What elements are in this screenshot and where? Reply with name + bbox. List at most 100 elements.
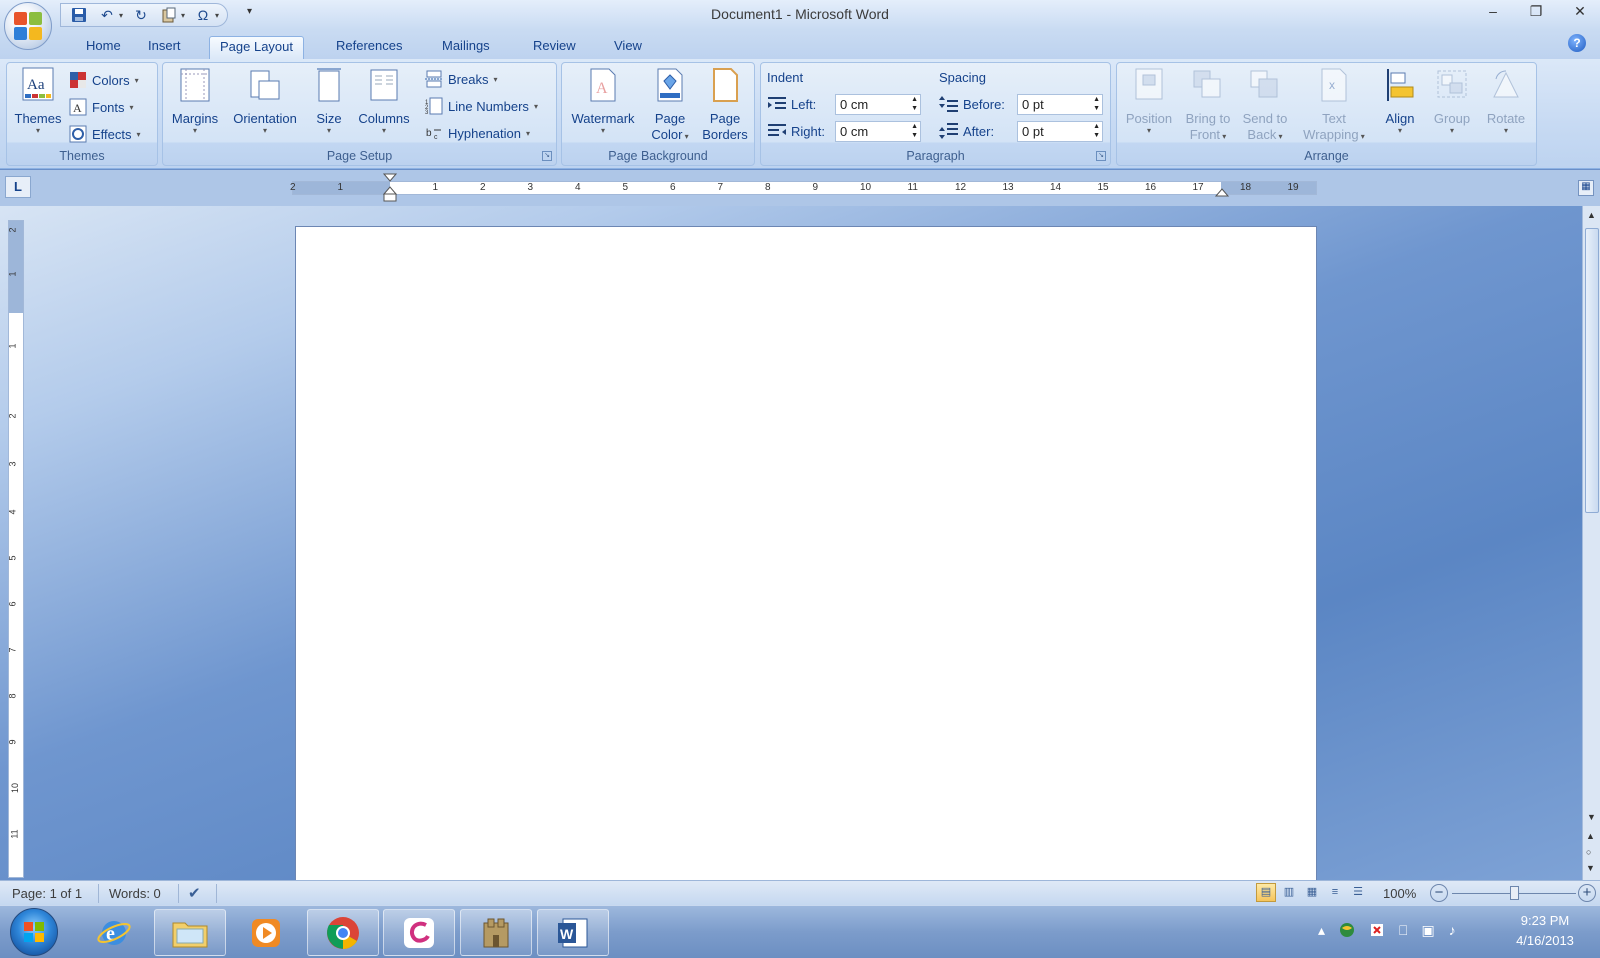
game-app-icon[interactable] — [460, 909, 532, 956]
tab-home[interactable]: Home — [76, 36, 131, 59]
office-button[interactable] — [4, 2, 52, 50]
word-count[interactable]: Words: 0 — [109, 886, 161, 901]
tab-references[interactable]: References — [326, 36, 412, 59]
first-line-indent-marker-icon[interactable] — [383, 173, 397, 203]
help-icon[interactable]: ? — [1568, 34, 1586, 52]
web-layout-icon[interactable]: ▦ — [1302, 883, 1322, 902]
volume-icon[interactable]: ♪ — [1449, 922, 1456, 941]
creative-app-icon[interactable] — [383, 909, 455, 956]
colors-button[interactable]: Colors ▾ — [69, 69, 139, 91]
file-explorer-icon[interactable] — [154, 909, 226, 956]
svg-text:W: W — [560, 926, 574, 942]
group-dropdown-icon: ▾ — [1449, 126, 1454, 135]
system-tray: ▴ ⎕ ▣ ♪ — [1318, 922, 1456, 941]
vertical-ruler[interactable]: 2 1 1 2 3 4 5 6 7 8 9 10 11 — [8, 220, 24, 878]
spacing-before-input[interactable]: 0 pt ▲ ▼ — [1017, 93, 1103, 115]
rotate-button[interactable]: Rotate ▾ — [1479, 67, 1533, 135]
tab-view[interactable]: View — [604, 36, 652, 59]
margins-icon — [180, 68, 210, 102]
ruler-tick-label: 4 — [575, 182, 581, 193]
next-page-icon[interactable]: ▼ — [1586, 863, 1595, 873]
page-setup-launcher-icon[interactable]: ↘ — [542, 151, 552, 161]
previous-page-icon[interactable]: ▲ — [1586, 831, 1595, 841]
proofing-icon[interactable]: ✔ — [188, 884, 201, 902]
restore-button[interactable]: ❐ — [1516, 0, 1556, 22]
spacing-before-spinner-icon[interactable]: ▲ ▼ — [1093, 95, 1100, 113]
tab-review[interactable]: Review — [523, 36, 586, 59]
effects-button[interactable]: Effects ▾ — [69, 123, 141, 145]
draft-icon[interactable]: ☰ — [1348, 883, 1368, 902]
tab-stop-selector[interactable]: L — [5, 176, 31, 198]
send-to-back-button[interactable]: Send to Back ▾ — [1237, 67, 1293, 143]
line-numbers-button[interactable]: 123 Line Numbers ▾ — [425, 95, 538, 117]
bring-to-front-button[interactable]: Bring to Front ▾ — [1179, 67, 1237, 143]
position-button[interactable]: Position ▾ — [1121, 67, 1177, 135]
scroll-thumb[interactable] — [1585, 228, 1599, 513]
margins-button[interactable]: Margins ▾ — [167, 67, 223, 135]
paragraph-launcher-icon[interactable]: ↘ — [1096, 151, 1106, 161]
document-area: 2 1 1 2 3 4 5 6 7 8 9 10 11 ▲ ▼ ▲ ○ ▼ — [0, 206, 1600, 886]
action-center-icon[interactable] — [1369, 922, 1385, 941]
vertical-scrollbar[interactable]: ▲ ▼ ▲ ○ ▼ — [1582, 206, 1600, 880]
vertical-ruler-tick-label: 1 — [7, 271, 18, 277]
close-button[interactable]: ✕ — [1560, 0, 1600, 22]
tab-insert[interactable]: Insert — [138, 36, 191, 59]
scroll-up-icon[interactable]: ▲ — [1585, 210, 1598, 220]
zoom-out-icon[interactable]: − — [1430, 884, 1448, 902]
rotate-label: Rotate — [1486, 111, 1526, 126]
group-button[interactable]: Group ▾ — [1427, 67, 1477, 135]
indent-right-label: Right: — [791, 123, 825, 139]
spacing-after-input[interactable]: 0 pt ▲ ▼ — [1017, 120, 1103, 142]
text-wrapping-button[interactable]: x Text Wrapping ▾ — [1295, 67, 1373, 143]
indent-right-spinner-icon[interactable]: ▲ ▼ — [911, 122, 918, 140]
indent-right-input[interactable]: 0 cm ▲ ▼ — [835, 120, 921, 142]
page-color-button[interactable]: Page Color ▾ — [644, 67, 696, 143]
media-player-icon[interactable] — [230, 909, 302, 956]
document-page[interactable] — [295, 226, 1317, 886]
zoom-in-icon[interactable]: + — [1578, 884, 1596, 902]
spacing-after-spinner-icon[interactable]: ▲ ▼ — [1093, 122, 1100, 140]
chrome-icon[interactable] — [307, 909, 379, 956]
safely-remove-hardware-icon[interactable]: ⎕ — [1399, 922, 1407, 941]
hyphenation-button[interactable]: bc Hyphenation ▾ — [425, 122, 530, 144]
themes-button[interactable]: Aa Themes ▾ — [11, 67, 65, 135]
indent-left-input[interactable]: 0 cm ▲ ▼ — [835, 93, 921, 115]
breaks-button[interactable]: Breaks ▾ — [425, 68, 497, 90]
tab-page-layout[interactable]: Page Layout — [209, 36, 305, 59]
align-button[interactable]: Align ▾ — [1377, 67, 1423, 135]
tab-mailings[interactable]: Mailings — [432, 36, 500, 59]
outline-icon[interactable]: ≡ — [1325, 883, 1345, 902]
page-color-icon — [657, 68, 683, 102]
zoom-level[interactable]: 100% — [1383, 886, 1416, 901]
size-button[interactable]: Size ▾ — [309, 67, 349, 135]
horizontal-ruler[interactable]: 2 1 1 2 3 4 5 6 7 8 9 10 11 12 13 14 15 16 17 18 19 — [290, 173, 1317, 202]
browse-object-icon[interactable]: ○ — [1586, 847, 1591, 857]
internet-explorer-icon[interactable]: e — [78, 909, 150, 956]
orientation-button[interactable]: Orientation ▾ — [225, 67, 305, 135]
right-indent-marker-icon[interactable] — [1215, 187, 1229, 197]
hyphenation-dropdown-icon: ▾ — [526, 128, 531, 138]
fonts-button[interactable]: A Fonts ▾ — [69, 96, 134, 118]
page-borders-button[interactable]: Page Borders — [698, 67, 752, 143]
ruler-tick-label: 15 — [1097, 182, 1109, 193]
watermark-label: Watermark — [571, 111, 635, 126]
svg-text:3: 3 — [425, 110, 429, 115]
word-icon[interactable]: W — [537, 909, 609, 956]
start-button[interactable] — [10, 908, 58, 956]
print-layout-icon[interactable]: ▤ — [1256, 883, 1276, 902]
zoom-slider-thumb[interactable] — [1509, 886, 1519, 900]
system-clock[interactable]: 9:23 PM 4/16/2013 — [1500, 911, 1590, 951]
page-count[interactable]: Page: 1 of 1 — [12, 886, 82, 901]
full-screen-reading-icon[interactable]: ▥ — [1279, 883, 1299, 902]
columns-button[interactable]: Columns ▾ — [355, 67, 413, 135]
indent-right-row: Right: 0 cm ▲ ▼ — [767, 119, 921, 143]
network-icon[interactable]: ▣ — [1421, 922, 1434, 941]
scroll-down-icon[interactable]: ▼ — [1585, 812, 1598, 822]
watermark-button[interactable]: A Watermark ▾ — [566, 67, 640, 135]
show-hidden-icons-icon[interactable]: ▴ — [1318, 922, 1325, 941]
minimize-button[interactable]: – — [1473, 0, 1513, 22]
network-globe-icon[interactable] — [1339, 922, 1355, 941]
view-ruler-icon[interactable]: ▦ — [1578, 180, 1594, 196]
indent-left-spinner-icon[interactable]: ▲ ▼ — [911, 95, 918, 113]
align-icon — [1387, 69, 1414, 101]
